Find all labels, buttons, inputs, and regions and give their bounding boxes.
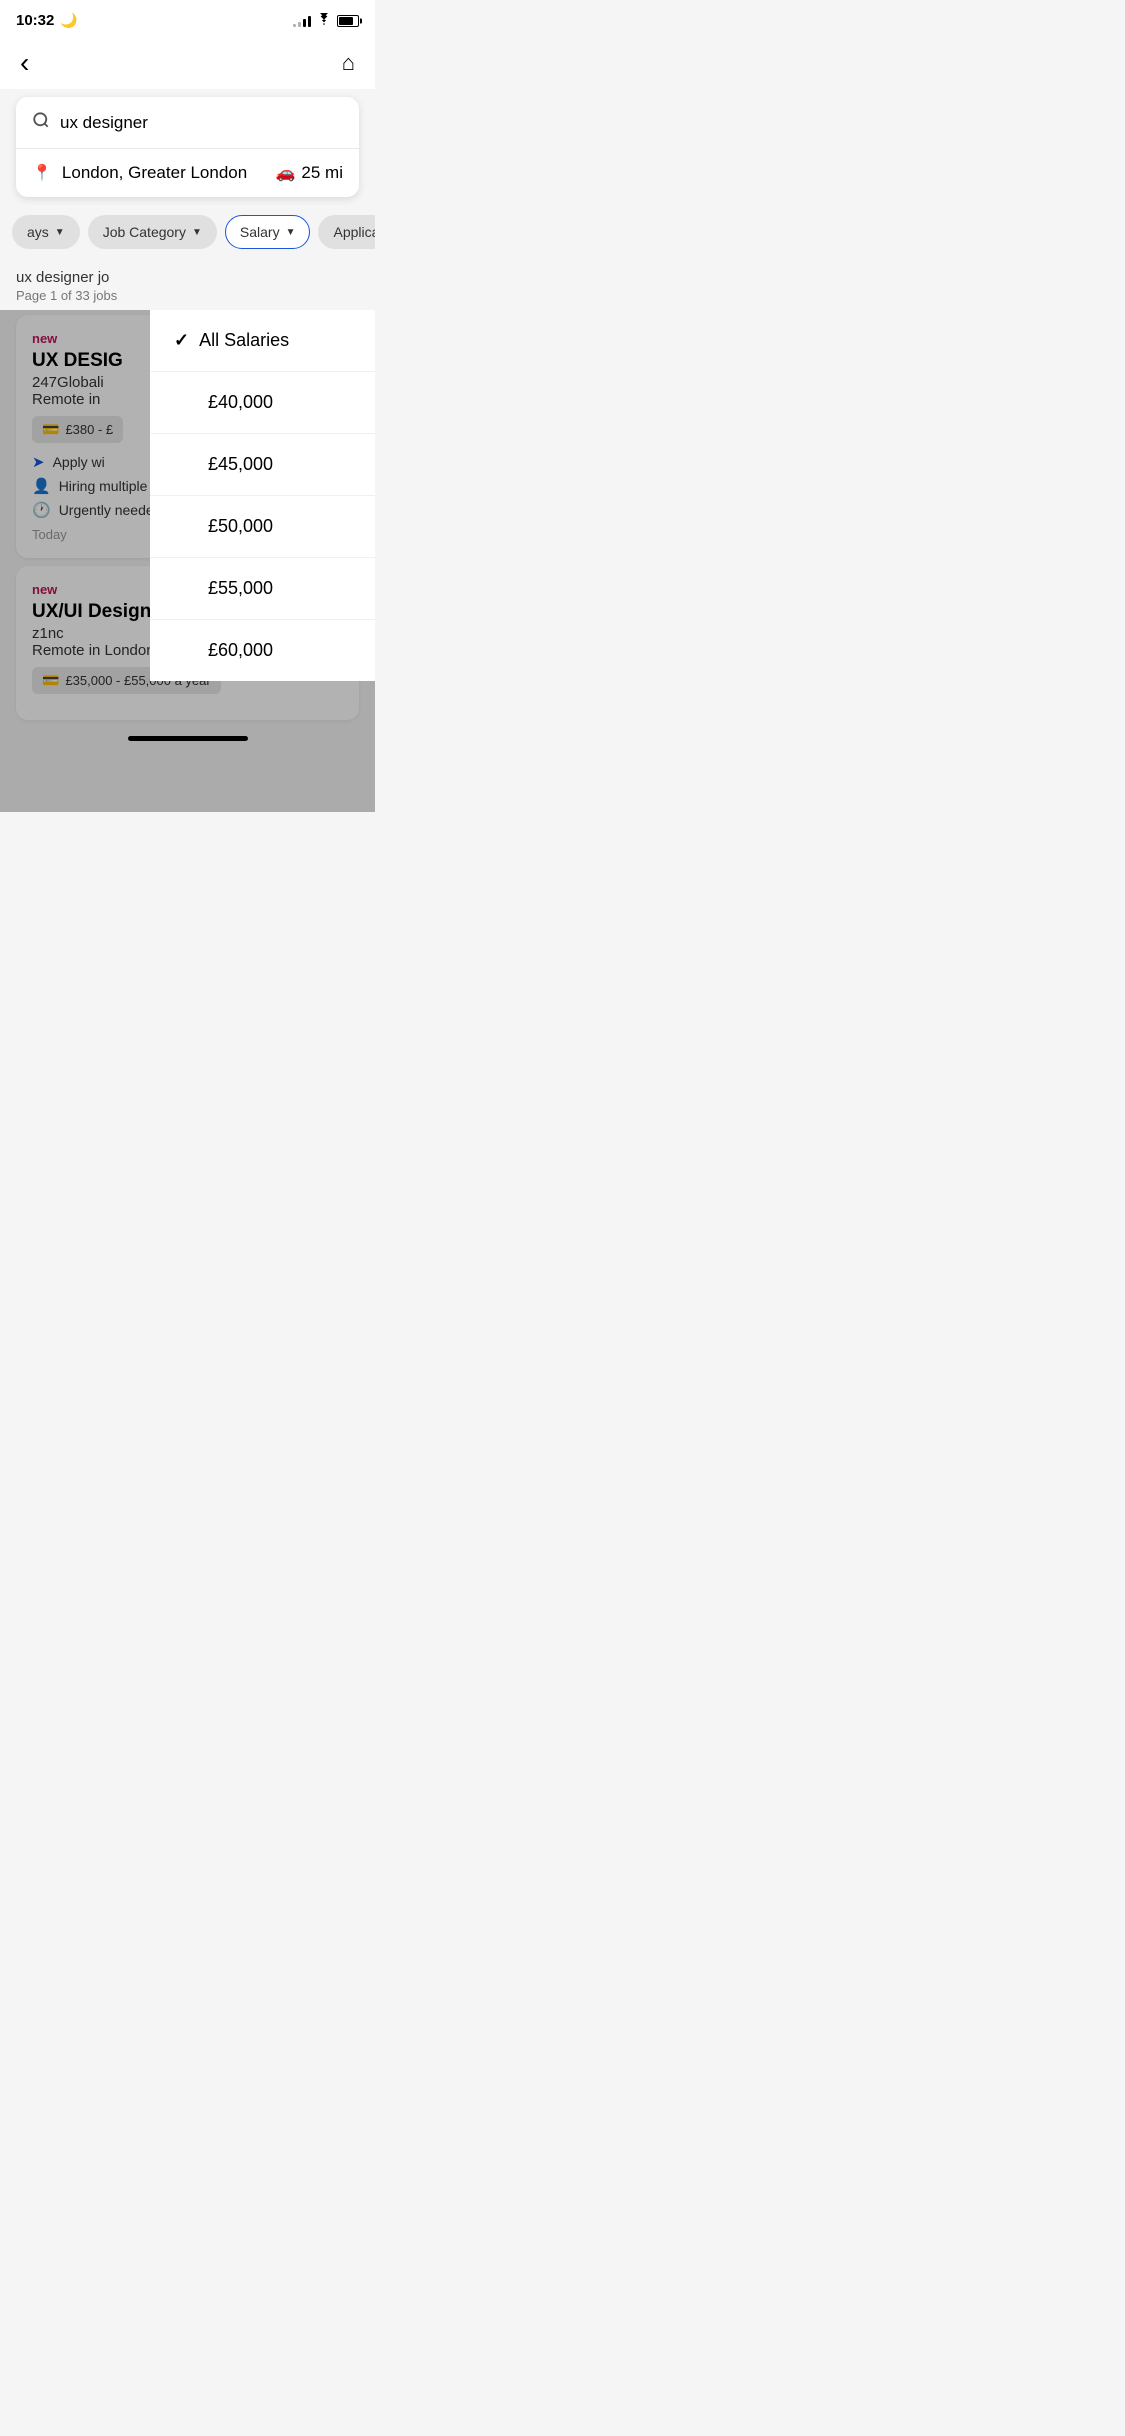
salary-option-all[interactable]: ✓ All Salaries	[150, 310, 375, 372]
salary-option-label-60k: £60,000	[208, 640, 273, 661]
search-icon	[32, 111, 50, 134]
status-icons	[293, 13, 359, 28]
search-row[interactable]: ux designer	[16, 97, 359, 149]
status-bar: 10:32 🌙	[0, 0, 375, 37]
moon-icon: 🌙	[60, 12, 77, 29]
salary-option-50k[interactable]: £50,000	[150, 496, 375, 558]
salary-option-label-40k: £40,000	[208, 392, 273, 413]
salary-option-label-55k: £55,000	[208, 578, 273, 599]
salary-option-45k[interactable]: £45,000	[150, 434, 375, 496]
tab-application-label: Application	[333, 224, 375, 240]
car-icon: 🚗	[276, 163, 296, 183]
wifi-icon	[316, 13, 332, 28]
salary-option-label-50k: £50,000	[208, 516, 273, 537]
salary-option-55k[interactable]: £55,000	[150, 558, 375, 620]
status-time: 10:32	[16, 12, 54, 29]
distance-wrap: 🚗 25 mi	[276, 163, 344, 183]
salary-dropdown: ✓ All Salaries £40,000 £45,000 £50,000 £…	[150, 310, 375, 681]
salary-option-label-all: All Salaries	[199, 330, 289, 351]
search-query[interactable]: ux designer	[60, 113, 343, 133]
chevron-down-icon: ▼	[55, 227, 65, 238]
nav-bar: ‹ ⌂	[0, 37, 375, 89]
distance-value[interactable]: 25 mi	[301, 163, 343, 183]
signal-icon	[293, 15, 311, 27]
tab-salary-label: Salary	[240, 224, 280, 240]
salary-option-40k[interactable]: £40,000	[150, 372, 375, 434]
location-value[interactable]: London, Greater London	[62, 163, 276, 183]
check-mark-icon: ✓	[174, 330, 189, 351]
results-section: ux designer jo Page 1 of 33 jobs	[0, 259, 375, 307]
salary-option-60k[interactable]: £60,000	[150, 620, 375, 681]
back-button[interactable]: ‹	[20, 47, 29, 79]
tab-days-label: ays	[27, 224, 49, 240]
tab-job-category-label: Job Category	[103, 224, 186, 240]
filter-tabs: ays ▼ Job Category ▼ Salary ▼ Applicatio…	[0, 205, 375, 259]
battery-icon	[337, 15, 359, 27]
results-query: ux designer jo	[16, 269, 359, 286]
chevron-down-icon: ▼	[286, 227, 296, 238]
location-icon: 📍	[32, 163, 52, 183]
home-button[interactable]: ⌂	[342, 50, 355, 76]
salary-option-label-45k: £45,000	[208, 454, 273, 475]
tab-application[interactable]: Application	[318, 215, 375, 249]
tab-salary[interactable]: Salary ▼	[225, 215, 311, 249]
tab-days-partial[interactable]: ays ▼	[12, 215, 80, 249]
search-container: ux designer 📍 London, Greater London 🚗 2…	[16, 97, 359, 197]
chevron-down-icon: ▼	[192, 227, 202, 238]
location-row[interactable]: 📍 London, Greater London 🚗 25 mi	[16, 149, 359, 197]
tab-job-category[interactable]: Job Category ▼	[88, 215, 217, 249]
results-count: Page 1 of 33 jobs	[16, 288, 359, 303]
